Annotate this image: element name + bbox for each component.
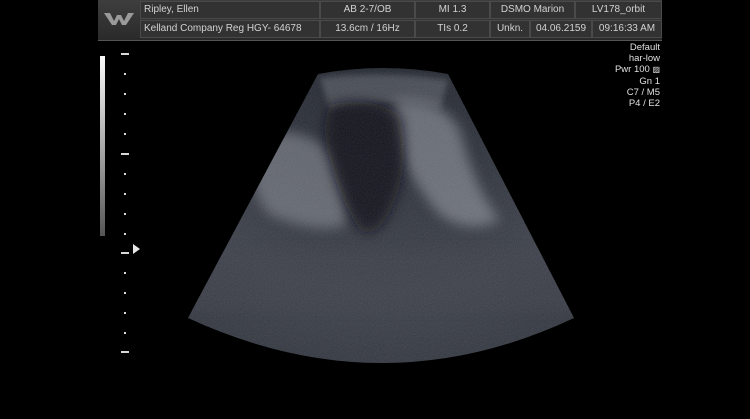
speckle-texture <box>188 68 574 363</box>
ultrasound-image <box>188 68 574 363</box>
